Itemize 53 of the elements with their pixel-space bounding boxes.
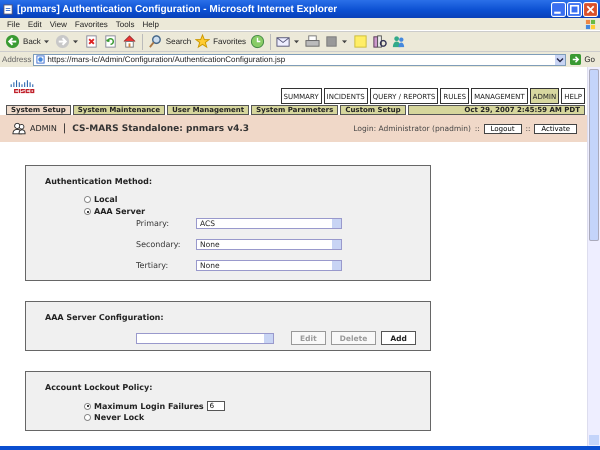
refresh-icon[interactable] <box>102 34 118 49</box>
radio-button[interactable] <box>84 196 91 203</box>
books-icon[interactable] <box>372 34 388 49</box>
menu-item[interactable]: Tools <box>112 20 138 28</box>
menu-item[interactable]: Help <box>138 20 163 28</box>
back-arrow-button[interactable]: Back <box>3 34 43 49</box>
server-select[interactable] <box>136 332 274 344</box>
search-button[interactable]: Search <box>146 34 194 49</box>
caret-icon[interactable] <box>342 40 348 44</box>
field-label: Primary: <box>136 219 170 228</box>
address-field[interactable]: https://mars-lc/Admin/Configuration/AuthenticationConfiguration.jsp <box>33 54 566 66</box>
caret-icon[interactable] <box>44 40 49 44</box>
back-arrow-icon <box>5 34 20 49</box>
go-button[interactable]: Go <box>566 54 598 65</box>
stop-icon[interactable] <box>84 34 99 49</box>
square-icon[interactable] <box>324 34 340 49</box>
minimize-icon[interactable] <box>551 2 566 16</box>
option-label: Never Lock <box>94 413 144 422</box>
window-title: [pnmars] Authentication Configuration - Microsoft Internet Explorer <box>17 4 338 14</box>
history-icon[interactable] <box>250 34 266 49</box>
radio-button[interactable] <box>84 402 91 410</box>
option-label: AAA Server <box>94 207 146 216</box>
option-label: Maximum Login Failures <box>94 402 204 410</box>
caret-icon[interactable] <box>294 40 300 44</box>
radio-button[interactable] <box>84 414 91 421</box>
users-icon <box>12 122 26 135</box>
menu-item[interactable]: View <box>46 20 71 28</box>
windows-logo-icon <box>585 18 596 30</box>
home-icon[interactable] <box>122 34 137 49</box>
separator-text: | <box>62 123 66 134</box>
star-button[interactable]: Favorites <box>193 34 248 49</box>
close-icon[interactable] <box>583 2 598 16</box>
page-icon <box>36 55 46 64</box>
arrow-icon <box>570 54 582 65</box>
panel-title: Account Lockout Policy: <box>45 383 154 392</box>
menu-item[interactable]: Edit <box>24 20 46 28</box>
option-label: Local <box>94 195 118 204</box>
address-label: Address <box>2 55 32 64</box>
menu-item[interactable]: File <box>3 20 24 28</box>
caret-icon[interactable] <box>72 40 78 44</box>
menu-item[interactable]: Favorites <box>70 20 112 28</box>
product-title: CS-MARS Standalone: pnmars v4.3 <box>72 124 250 134</box>
scrollbar[interactable] <box>587 67 600 446</box>
role-label: ADMIN <box>30 124 57 133</box>
dropdown-arrow-icon[interactable] <box>555 54 566 64</box>
maximize-icon[interactable] <box>567 2 582 16</box>
radio-button[interactable] <box>84 208 91 215</box>
page-icon <box>3 4 14 14</box>
printer-icon[interactable] <box>305 34 320 49</box>
field-label: Tertiary: <box>136 261 170 270</box>
panel-title: AAA Server Configuration: <box>45 313 165 322</box>
panel-title: Authentication Method: <box>45 177 154 186</box>
field-label: Secondary: <box>136 240 182 249</box>
